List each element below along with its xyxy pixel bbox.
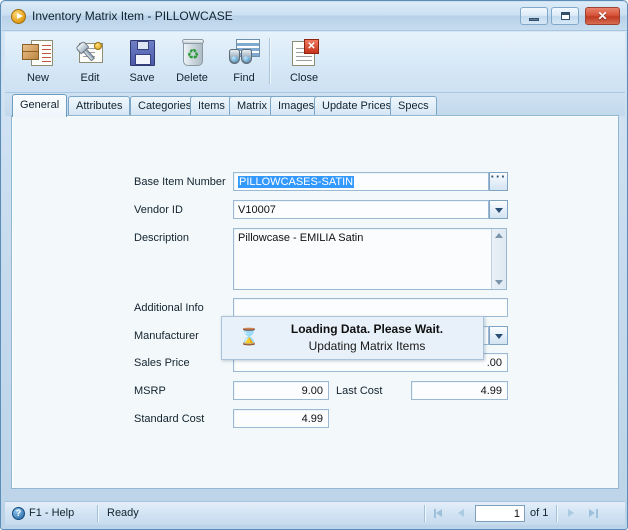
close-form-button[interactable]: Close <box>277 35 331 89</box>
status-text: Ready <box>107 507 139 519</box>
standard-cost-input[interactable]: 4.99 <box>233 409 329 428</box>
tab-matrix[interactable]: Matrix <box>229 96 275 116</box>
loading-dialog: ⌛ Loading Data. Please Wait. Updating Ma… <box>221 316 484 360</box>
sales-price-label: Sales Price <box>134 357 190 369</box>
base-item-number-label: Base Item Number <box>134 176 226 188</box>
page-number-input[interactable]: 1 <box>475 505 525 522</box>
close-form-button-label: Close <box>289 72 319 84</box>
loading-dialog-title: Loading Data. Please Wait. <box>290 322 444 336</box>
app-play-icon <box>11 9 26 24</box>
vendor-id-label: Vendor ID <box>134 204 183 216</box>
edit-wrench-icon <box>73 39 107 69</box>
scroll-up-arrow-icon[interactable] <box>492 229 506 244</box>
standard-cost-label: Standard Cost <box>134 413 205 425</box>
description-label: Description <box>134 232 190 244</box>
nav-last-icon[interactable] <box>585 506 601 521</box>
close-document-icon <box>287 39 321 69</box>
manufacturer-dropdown-icon[interactable] <box>489 326 508 345</box>
tab-categories[interactable]: Categories <box>130 96 200 116</box>
description-textarea[interactable]: Pillowcase - EMILIA Satin <box>233 228 507 290</box>
vendor-id-combobox[interactable]: V10007 <box>233 200 489 219</box>
delete-button[interactable]: Delete <box>165 35 219 89</box>
hourglass-icon: ⌛ <box>239 329 259 346</box>
close-window-button[interactable] <box>585 7 620 25</box>
nav-separator-left <box>424 505 426 522</box>
new-button-label: New <box>26 72 49 84</box>
toolbar-separator <box>269 38 271 84</box>
tab-attributes[interactable]: Attributes <box>68 96 131 116</box>
status-bar: F1 - Help Ready 1 of 1 <box>5 501 625 525</box>
save-button[interactable]: Save <box>115 35 169 89</box>
nav-next-icon[interactable] <box>563 506 579 521</box>
new-button[interactable]: New <box>11 35 65 89</box>
help-question-icon[interactable] <box>12 507 25 520</box>
maximize-button[interactable] <box>551 7 579 25</box>
new-item-icon <box>21 39 55 69</box>
inventory-matrix-item-window: Inventory Matrix Item - PILLOWCASE New <box>0 0 628 530</box>
additional-info-input[interactable] <box>233 298 508 317</box>
find-binoculars-icon <box>227 39 261 69</box>
save-floppy-icon <box>125 39 159 69</box>
find-button-label: Find <box>233 72 255 84</box>
title-bar: Inventory Matrix Item - PILLOWCASE <box>2 2 627 31</box>
edit-button[interactable]: Edit <box>63 35 117 89</box>
tab-strip: General Attributes Categories Items Matr… <box>5 93 625 117</box>
general-tab-panel: Base Item Number PILLOWCASES-SATIN Vendo… <box>11 115 619 489</box>
find-button[interactable]: Find <box>217 35 271 89</box>
tab-items[interactable]: Items <box>190 96 233 116</box>
delete-button-label: Delete <box>176 72 208 84</box>
scroll-down-arrow-icon[interactable] <box>492 274 506 289</box>
description-scrollbar[interactable] <box>491 229 506 289</box>
tab-update-prices[interactable]: Update Prices <box>314 96 400 116</box>
nav-first-icon[interactable] <box>431 506 447 521</box>
last-cost-label: Last Cost <box>336 385 383 397</box>
tab-specs[interactable]: Specs <box>390 96 437 116</box>
toolbar: New Edit Save ♻ Delete Find ✕ Close <box>5 32 625 93</box>
base-item-number-input[interactable]: PILLOWCASES-SATIN <box>233 172 489 191</box>
help-label[interactable]: F1 - Help <box>29 507 74 519</box>
base-item-number-value: PILLOWCASES-SATIN <box>238 176 355 188</box>
description-value: Pillowcase - EMILIA Satin <box>238 232 364 244</box>
manufacturer-label: Manufacturer <box>134 330 199 342</box>
additional-info-label: Additional Info <box>134 302 204 314</box>
page-total-label: of 1 <box>530 507 549 519</box>
status-separator <box>97 505 99 522</box>
window-frame: Inventory Matrix Item - PILLOWCASE New <box>2 2 627 528</box>
base-item-number-browse-button[interactable] <box>489 169 508 191</box>
edit-button-label: Edit <box>80 72 100 84</box>
nav-previous-icon[interactable] <box>453 506 469 521</box>
minimize-button[interactable] <box>520 7 548 25</box>
msrp-input[interactable]: 9.00 <box>233 381 329 400</box>
vendor-id-dropdown-icon[interactable] <box>489 200 508 219</box>
msrp-label: MSRP <box>134 385 166 397</box>
last-cost-input[interactable]: 4.99 <box>411 381 508 400</box>
nav-separator-right <box>556 505 558 522</box>
window-title: Inventory Matrix Item - PILLOWCASE <box>32 9 233 23</box>
delete-recycle-bin-icon <box>175 39 209 69</box>
tab-general[interactable]: General <box>12 94 68 117</box>
save-button-label: Save <box>129 72 155 84</box>
loading-dialog-subtitle: Updating Matrix Items <box>308 339 426 353</box>
